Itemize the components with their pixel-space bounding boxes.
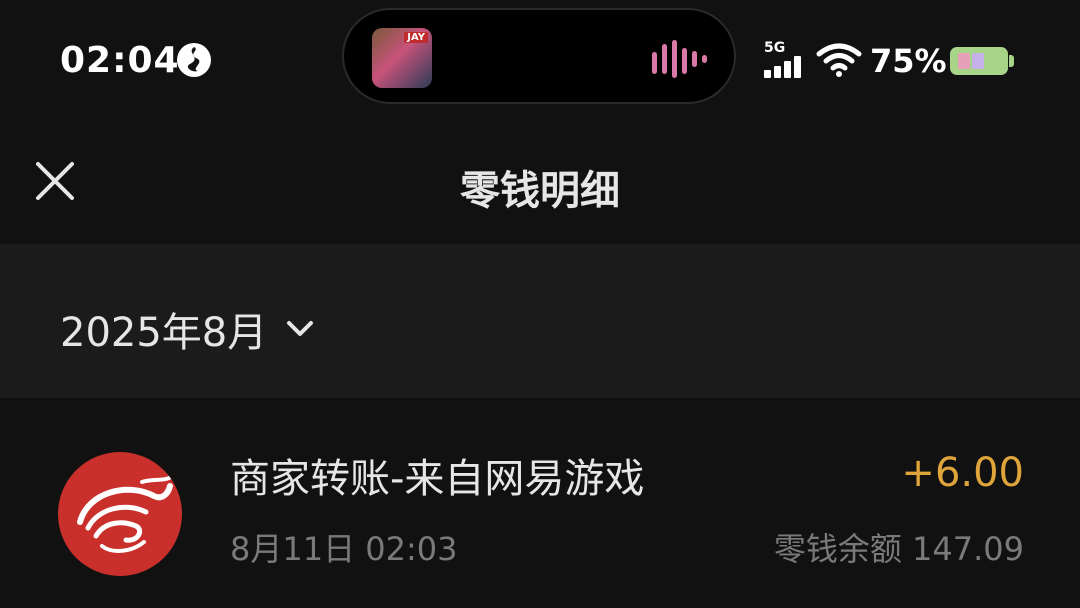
cellular-signal-icon — [764, 56, 806, 78]
nav-bar: 零钱明细 — [0, 120, 1080, 244]
wifi-icon — [816, 43, 862, 77]
battery-icon — [950, 47, 1014, 75]
status-time: 02:04 — [60, 40, 180, 81]
transaction-amount: +6.00 — [901, 450, 1024, 496]
album-art-thumbnail[interactable]: JAY — [372, 28, 432, 88]
status-bar: 02:04 JAY 5G 75% — [0, 0, 1080, 120]
month-label: 2025年8月 — [60, 310, 268, 356]
transaction-list: 商家转账-来自网易游戏 8月11日 02:03 +6.00 零钱余额 147.0… — [0, 398, 1080, 608]
battery-percent: 75% — [870, 42, 947, 80]
transaction-row[interactable]: 商家转账-来自网易游戏 8月11日 02:03 +6.00 零钱余额 147.0… — [0, 398, 1080, 608]
network-type: 5G — [764, 40, 786, 56]
album-badge: JAY — [404, 32, 428, 43]
page-title: 零钱明细 — [460, 168, 620, 214]
balance-after: 零钱余额 147.09 — [773, 530, 1024, 568]
audio-waveform-icon — [652, 40, 712, 78]
month-filter-bar: 2025年8月 — [0, 244, 1080, 398]
netease-logo-icon — [58, 452, 182, 576]
month-selector[interactable]: 2025年8月 — [60, 300, 317, 358]
chevron-down-icon — [287, 321, 314, 336]
transaction-title: 商家转账-来自网易游戏 — [230, 456, 645, 502]
dynamic-island-now-playing[interactable]: JAY — [342, 8, 736, 104]
transaction-date: 8月11日 02:03 — [230, 530, 458, 568]
app-notification-icon — [177, 43, 211, 77]
